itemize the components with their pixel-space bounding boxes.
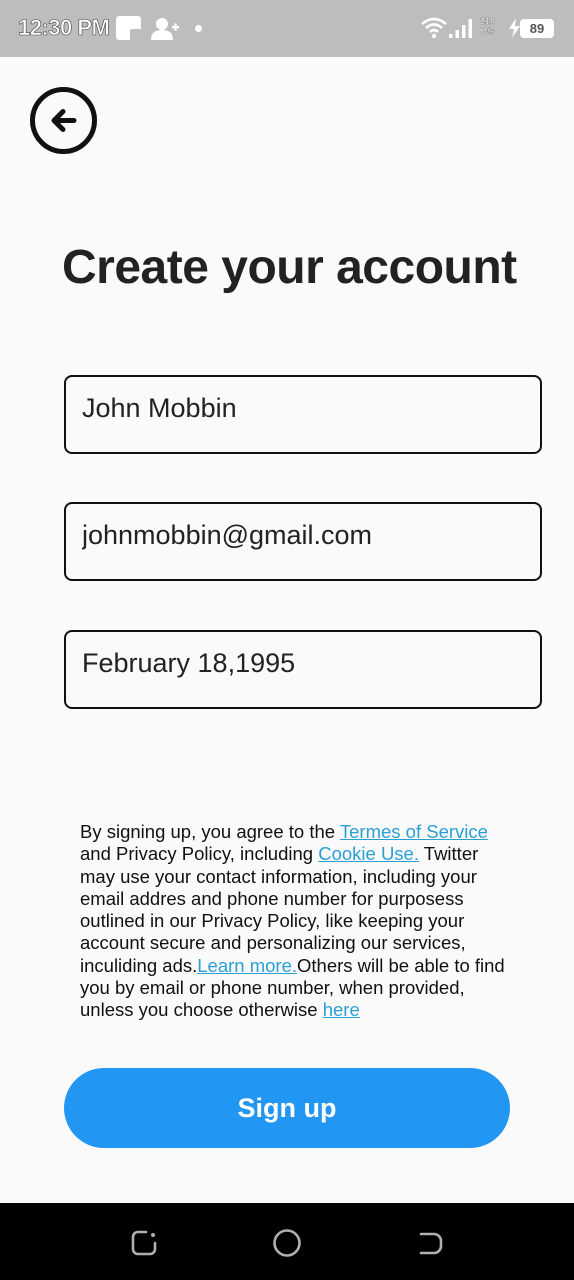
recent-apps-button[interactable] xyxy=(128,1227,160,1259)
sign-up-button[interactable]: Sign up xyxy=(64,1068,510,1148)
legal-notice: By signing up, you agree to the Termes o… xyxy=(80,821,510,1022)
network-speed-value: 218 xyxy=(480,16,496,26)
battery-icon: 89 xyxy=(520,19,554,38)
network-speed: 218 B/s xyxy=(480,16,495,36)
back-nav-icon xyxy=(419,1232,443,1255)
home-circle-icon xyxy=(273,1229,301,1257)
gallery-notification-icon xyxy=(116,16,141,40)
more-notifications-dot-icon xyxy=(195,25,202,32)
system-navigation-bar xyxy=(0,1203,574,1280)
recents-icon xyxy=(131,1230,157,1256)
charging-bolt-icon xyxy=(509,18,520,43)
here-link[interactable]: here xyxy=(323,999,360,1020)
arrow-left-icon xyxy=(51,109,77,132)
legal-text-privacy: and Privacy Policy, including xyxy=(80,843,319,865)
back-button[interactable] xyxy=(30,87,97,154)
home-button[interactable] xyxy=(271,1227,303,1259)
signal-icon xyxy=(449,18,473,44)
system-back-button[interactable] xyxy=(414,1227,446,1259)
add-user-notification-icon xyxy=(151,17,179,46)
legal-text-intro: By signing up, you agree to the xyxy=(80,821,340,842)
status-bar: 12:30 PM 218 B/s 89 xyxy=(0,0,574,57)
page-title: Create your account xyxy=(62,241,517,294)
name-field[interactable] xyxy=(64,375,542,454)
learn-more-link[interactable]: Learn more. xyxy=(197,955,297,976)
wifi-icon xyxy=(421,17,447,44)
terms-of-service-link[interactable]: Termes of Service xyxy=(340,821,488,842)
cookie-use-link[interactable]: Cookie Use. xyxy=(318,843,419,864)
network-speed-unit: B/s xyxy=(480,26,495,36)
email-field[interactable] xyxy=(64,502,542,581)
date-of-birth-field[interactable] xyxy=(64,630,542,709)
status-time: 12:30 PM xyxy=(18,15,110,41)
